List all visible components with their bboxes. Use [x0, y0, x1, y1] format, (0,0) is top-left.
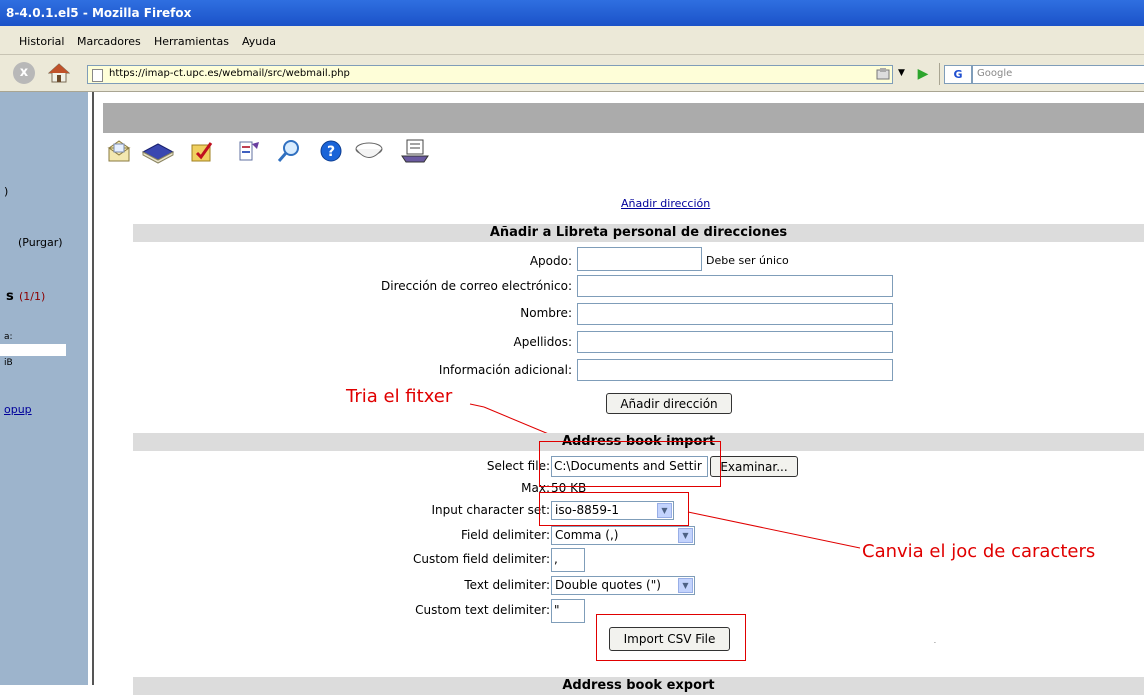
custom-field-delimiter-label: Custom field delimiter: [412, 552, 550, 566]
field-delimiter-select[interactable]: Comma (,) ▼ [551, 526, 695, 545]
charset-label: Input character set: [431, 503, 550, 517]
custom-field-delimiter-input[interactable]: , [551, 548, 585, 572]
annotation-box-charset [539, 492, 689, 526]
text-delimiter-select[interactable]: Double quotes (") ▼ [551, 576, 695, 595]
annotation-box-import [596, 614, 746, 661]
custom-text-delimiter-input[interactable]: " [551, 599, 585, 623]
stray-dot: . [934, 638, 936, 645]
select-file-label: Select file: [486, 459, 550, 473]
text-delimiter-label: Text delimiter: [464, 578, 550, 592]
custom-text-delimiter-label: Custom text delimiter: [415, 603, 550, 617]
annotation-box-file [539, 441, 721, 487]
chevron-down-icon: ▼ [678, 528, 693, 543]
export-section-header: Address book export [133, 677, 1144, 695]
field-delimiter-label: Field delimiter: [460, 528, 550, 542]
max-label: Max: [521, 481, 550, 495]
browse-button[interactable]: Examinar... [710, 456, 798, 477]
annotation-change-charset: Canvia el joc de caracters [862, 541, 1096, 562]
chevron-down-icon: ▼ [678, 578, 693, 593]
